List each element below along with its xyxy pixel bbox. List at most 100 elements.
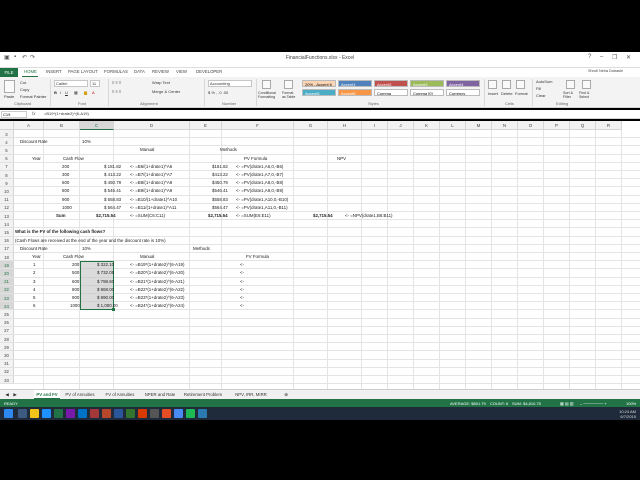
cell-style-option[interactable]: Accent6	[338, 89, 372, 96]
cell-value[interactable]: 2	[33, 269, 35, 277]
outlook-icon[interactable]	[78, 409, 87, 418]
cell-style-option[interactable]: Accent1	[338, 80, 372, 87]
start-icon[interactable]	[4, 409, 13, 418]
tab-page-layout[interactable]: PAGE LAYOUT	[68, 69, 98, 74]
cell-style-option[interactable]: 20% - Accent 6	[302, 80, 336, 87]
row-header-19[interactable]: 19	[0, 261, 14, 270]
app-icon[interactable]	[198, 409, 207, 418]
cell-value[interactable]: Discount Rate	[20, 245, 48, 253]
cell-value[interactable]: <- =PV(drate1,A7,0,-B7)	[236, 171, 283, 179]
merge-center-button[interactable]: Merge & Center	[152, 89, 180, 94]
cell-value[interactable]: <- =B23*(1+drate2)^(6-A23)	[130, 294, 184, 302]
tab-insert[interactable]: INSERT	[46, 69, 62, 74]
cell-value[interactable]: $413.22	[212, 171, 228, 179]
cell-value[interactable]: $564.47	[212, 204, 228, 212]
clear-button[interactable]: Clear	[536, 93, 546, 98]
view-mode-icons[interactable]: ▦ ▤ ▥	[560, 401, 574, 406]
number-format-select[interactable]: Accounting	[208, 80, 252, 87]
cell-value[interactable]: <- =B7/(1+drate1)^A7	[130, 171, 172, 179]
find-select-button[interactable]: Find & Select	[579, 91, 595, 99]
cell-value[interactable]: $ 798.60	[97, 278, 114, 286]
cell-value[interactable]: 300	[62, 171, 69, 179]
cell-value[interactable]: Year	[32, 155, 41, 163]
firefox-icon[interactable]	[162, 409, 171, 418]
cell-value[interactable]: <- =B9/(1+drate1)^A9	[130, 187, 172, 195]
cell-value[interactable]: <- =NPV(drate1,B6:B11)	[345, 212, 393, 220]
cell-value[interactable]: <- =B22*(1+drate2)^(6-A22)	[130, 286, 184, 294]
column-header-m[interactable]: M	[466, 121, 492, 130]
row-header-16[interactable]: 16	[0, 236, 14, 245]
row-header-27[interactable]: 27	[0, 326, 14, 335]
row-header-3[interactable]: 3	[0, 130, 14, 139]
row-header-24[interactable]: 24	[0, 302, 14, 311]
fill-color-icon[interactable]: ▆	[84, 90, 87, 95]
cell-value[interactable]: <- =PV(drate1,A8,0,-B8)	[236, 179, 283, 187]
sheet-tab[interactable]: PV of Annuities	[62, 390, 98, 399]
cell-value[interactable]: <- =B20*(1+drate2)^(6-A20)	[130, 269, 184, 277]
sheet-tab[interactable]: NPER and Rate	[142, 390, 178, 399]
cell-value[interactable]: $ 450.79	[104, 179, 121, 187]
cell-value[interactable]: <-	[240, 261, 244, 269]
cell-value[interactable]: <- =SUM(C6:C11)	[130, 212, 165, 220]
taskbar-app-icon[interactable]	[18, 409, 27, 418]
row-header-11[interactable]: 11	[0, 195, 14, 204]
row-header-9[interactable]: 9	[0, 179, 14, 188]
tab-data[interactable]: DATA	[134, 69, 145, 74]
cell-value[interactable]: Discount Rate	[20, 138, 48, 146]
sort-filter-icon[interactable]	[566, 80, 575, 89]
cell-value[interactable]: FV Formula	[246, 253, 269, 261]
borders-icon[interactable]: ▦	[74, 90, 78, 95]
excel-taskbar-icon[interactable]	[54, 409, 63, 418]
access-icon[interactable]	[90, 409, 99, 418]
fill-button[interactable]: Fill	[536, 86, 541, 91]
delete-cells-button[interactable]: Delete	[501, 91, 513, 96]
copy-button[interactable]: Copy	[20, 87, 29, 92]
row-header-23[interactable]: 23	[0, 294, 14, 303]
sort-filter-button[interactable]: Sort & Filter	[563, 91, 577, 99]
cell-value[interactable]: Methods	[220, 146, 237, 154]
chrome-icon[interactable]	[174, 409, 183, 418]
insert-cells-icon[interactable]	[488, 80, 497, 89]
row-header-26[interactable]: 26	[0, 318, 14, 327]
cell-value[interactable]: <- =PV(drate1,A10,0,-B10)	[236, 196, 288, 204]
column-header-h[interactable]: H	[328, 121, 362, 130]
cell-value[interactable]: <-	[240, 278, 244, 286]
column-header-i[interactable]: I	[362, 121, 388, 130]
underline-icon[interactable]: U	[65, 90, 68, 95]
cell-value[interactable]: <-	[240, 269, 244, 277]
cell-value[interactable]: $450.79	[212, 179, 228, 187]
font-size-select[interactable]: 11	[90, 80, 100, 87]
row-header-6[interactable]: 6	[0, 154, 14, 163]
spotify-icon[interactable]	[186, 409, 195, 418]
close-icon[interactable]: ✕	[626, 54, 631, 61]
autosum-button[interactable]: AutoSum	[536, 79, 552, 84]
column-header-f[interactable]: F	[222, 121, 294, 130]
cell-value[interactable]: $ 968.00	[97, 286, 114, 294]
format-as-table-icon[interactable]	[284, 80, 293, 89]
column-header-n[interactable]: N	[492, 121, 518, 130]
format-painter-button[interactable]: Format Painter	[20, 94, 46, 99]
bold-icon[interactable]: B	[54, 90, 57, 95]
cell-value[interactable]: (Cash Flows are received at the end of t…	[15, 237, 166, 245]
cell-style-option[interactable]: Accent5	[302, 89, 336, 96]
delete-cells-icon[interactable]	[502, 80, 511, 89]
cell-value[interactable]: <- =PV(drate1,A11,0,-B11)	[236, 204, 288, 212]
row-header-21[interactable]: 21	[0, 277, 14, 286]
row-header-31[interactable]: 31	[0, 359, 14, 368]
font-name-select[interactable]: Calibri	[54, 80, 88, 87]
cut-button[interactable]: Cut	[20, 80, 26, 85]
cell-value[interactable]: Cash Flow	[63, 155, 84, 163]
cell-value[interactable]: 200	[72, 261, 79, 269]
app-icon[interactable]	[138, 409, 147, 418]
cell-value[interactable]: Sum	[56, 212, 66, 220]
cell-value[interactable]: $ 546.41	[104, 187, 121, 195]
row-header-8[interactable]: 8	[0, 171, 14, 180]
cell-value[interactable]: <- =B24*(1+drate2)^(6-A24)	[130, 302, 184, 310]
app-icon[interactable]	[150, 409, 159, 418]
help-icon[interactable]: ?	[588, 54, 591, 60]
scroll-tabs-right-icon[interactable]: ▶	[12, 390, 18, 399]
row-header-20[interactable]: 20	[0, 269, 14, 278]
column-header-r[interactable]: R	[596, 121, 622, 130]
system-tray[interactable]: 10:24 AM 6/7/2015	[619, 409, 636, 419]
row-header-25[interactable]: 25	[0, 310, 14, 319]
